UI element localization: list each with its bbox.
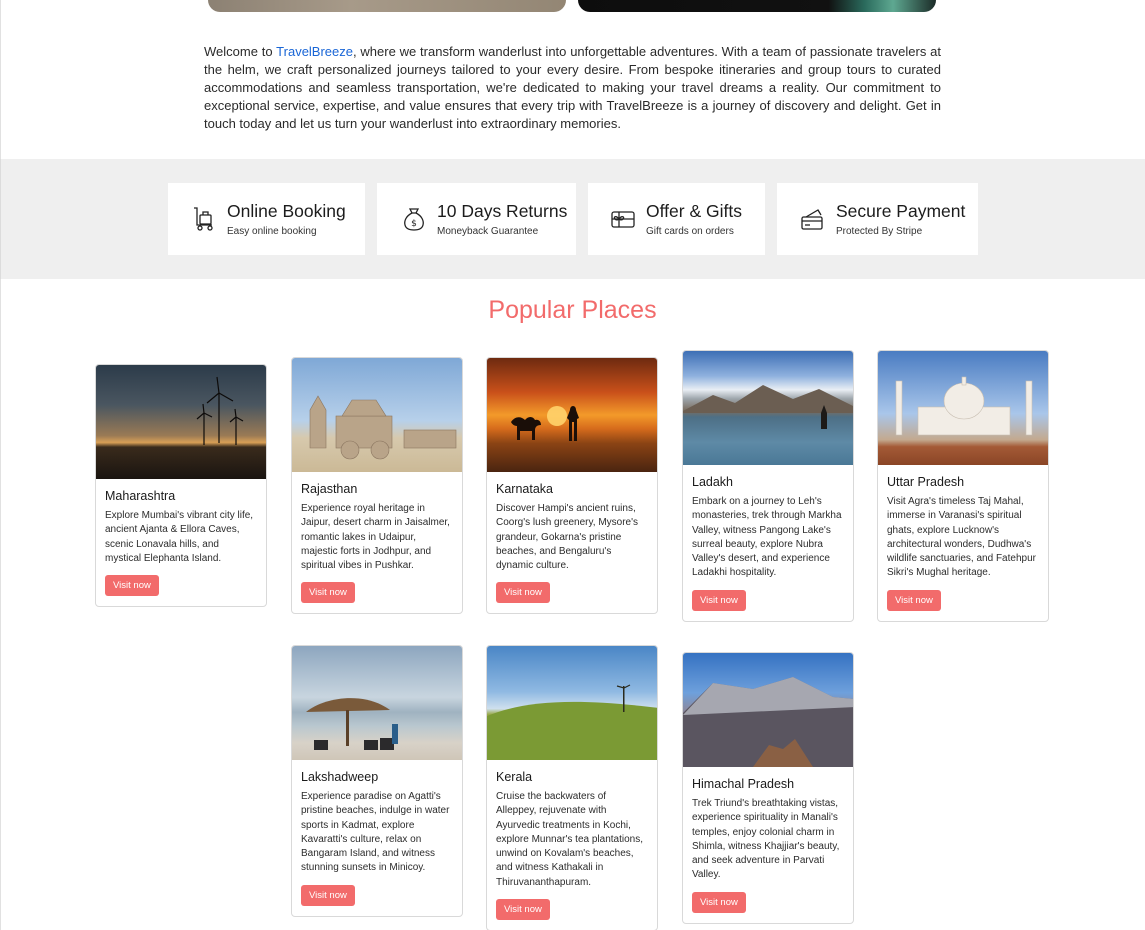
- place-image: [683, 653, 853, 767]
- place-card-maharashtra: Maharashtra Explore Mumbai's vibrant cit…: [95, 364, 267, 608]
- feature-secure-payment: Secure Payment Protected By Stripe: [777, 183, 978, 255]
- feature-subtitle: Moneyback Guarantee: [437, 226, 539, 237]
- place-title: Maharashtra: [105, 489, 176, 503]
- place-card-uttar-pradesh: Uttar Pradesh Visit Agra's timeless Taj …: [877, 350, 1049, 622]
- feature-offers: Offer & Gifts Gift cards on orders: [588, 183, 765, 255]
- intro-prefix: Welcome to: [204, 44, 277, 59]
- feature-returns: $ 10 Days Returns Moneyback Guarantee: [377, 183, 576, 255]
- place-title: Uttar Pradesh: [887, 475, 965, 489]
- place-image: [96, 365, 266, 479]
- place-description: Visit Agra's timeless Taj Mahal, immerse…: [887, 496, 1036, 579]
- banner-image-right: [578, 0, 936, 12]
- place-title: Ladakh: [692, 475, 734, 489]
- feature-title: 10 Days Returns: [437, 201, 568, 221]
- feature-title: Offer & Gifts: [646, 201, 742, 221]
- feature-online-booking: Online Booking Easy online booking: [168, 183, 365, 255]
- feature-title: Secure Payment: [836, 201, 966, 221]
- brand-link[interactable]: TravelBreeze: [276, 44, 353, 59]
- place-card-ladakh: Ladakh Embark on a journey to Leh's mona…: [682, 350, 854, 622]
- place-image: [487, 358, 657, 472]
- place-card-kerala: Kerala Cruise the backwaters of Alleppey…: [486, 645, 658, 930]
- visit-now-button[interactable]: Visit now: [301, 582, 355, 604]
- visit-now-button[interactable]: Visit now: [496, 582, 550, 604]
- place-card-rajasthan: Rajasthan Experience royal heritage in J…: [291, 357, 463, 615]
- visit-now-button[interactable]: Visit now: [496, 899, 550, 921]
- place-description: Trek Triund's breathtaking vistas, exper…: [692, 798, 840, 881]
- place-title: Lakshadweep: [301, 770, 379, 784]
- place-image: [292, 358, 462, 472]
- feature-subtitle: Gift cards on orders: [646, 226, 734, 237]
- place-title: Rajasthan: [301, 482, 358, 496]
- place-description: Cruise the backwaters of Alleppey, rejuv…: [496, 791, 643, 888]
- place-image: [878, 351, 1048, 465]
- feature-subtitle: Easy online booking: [227, 226, 317, 237]
- place-card-himachal-pradesh: Himachal Pradesh Trek Triund's breathtak…: [682, 652, 854, 924]
- money-bag-icon: $: [401, 206, 427, 232]
- place-title: Kerala: [496, 770, 533, 784]
- page-left-border: [0, 0, 1, 930]
- place-description: Experience royal heritage in Jaipur, des…: [301, 503, 450, 572]
- place-card-karnataka: Karnataka Discover Hampi's ancient ruins…: [486, 357, 658, 615]
- place-card-lakshadweep: Lakshadweep Experience paradise on Agatt…: [291, 645, 463, 917]
- visit-now-button[interactable]: Visit now: [887, 589, 941, 611]
- banner-image-left: [208, 0, 566, 12]
- place-image: [487, 646, 657, 760]
- luggage-trolley-icon: [191, 206, 217, 232]
- feature-title: Online Booking: [227, 201, 346, 221]
- visit-now-button[interactable]: Visit now: [692, 589, 746, 611]
- popular-places-title: Popular Places: [488, 296, 657, 324]
- visit-now-button[interactable]: Visit now: [692, 891, 746, 913]
- place-description: Experience paradise on Agatti's pristine…: [301, 791, 450, 874]
- place-image: [683, 351, 853, 465]
- place-title: Karnataka: [496, 482, 553, 496]
- visit-now-button[interactable]: Visit now: [105, 575, 159, 597]
- place-description: Discover Hampi's ancient ruins, Coorg's …: [496, 503, 639, 572]
- place-image: [292, 646, 462, 760]
- credit-card-icon: [800, 206, 826, 232]
- features-band: Online Booking Easy online booking $ 10 …: [0, 159, 1145, 279]
- place-description: Explore Mumbai's vibrant city life, anci…: [105, 510, 254, 564]
- visit-now-button[interactable]: Visit now: [301, 884, 355, 906]
- svg-text:$: $: [411, 219, 417, 229]
- place-description: Embark on a journey to Leh's monasteries…: [692, 496, 842, 579]
- place-title: Himachal Pradesh: [692, 777, 795, 791]
- gift-card-icon: [610, 206, 636, 232]
- intro-paragraph: Welcome to TravelBreeze, where we transf…: [204, 43, 941, 133]
- feature-subtitle: Protected By Stripe: [836, 226, 923, 237]
